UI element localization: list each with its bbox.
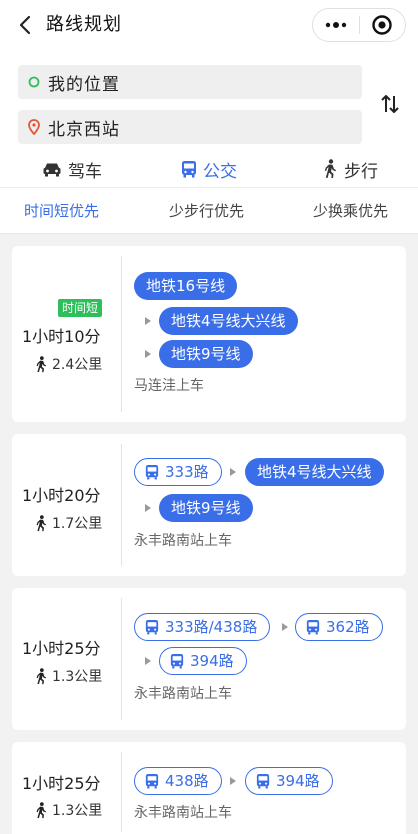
route-duration: 1小时10分 xyxy=(22,327,101,346)
card-divider xyxy=(121,256,122,412)
bus-line-text: 394路 xyxy=(190,651,234,670)
walk-distance: 2.4公里 xyxy=(34,354,102,374)
sort-less-walking[interactable]: 少步行优先 xyxy=(169,200,244,222)
tab-transit-label: 公交 xyxy=(203,161,237,182)
bus-line-text: 394路 xyxy=(276,771,320,790)
route-duration: 1小时20分 xyxy=(22,486,101,505)
boarding-station: 永丰路南站上车 xyxy=(134,533,232,549)
transfer-arrow xyxy=(230,777,236,785)
walk-distance-text: 1.3公里 xyxy=(52,669,103,685)
route-card[interactable]: 1小时20分 1.7公里 333路 地铁4号线大兴线 地铁9号线 永丰路南站上车 xyxy=(12,434,406,576)
walk-distance: 1.7公里 xyxy=(34,513,102,533)
header-bar: 路线规划 xyxy=(0,0,418,52)
route-card[interactable]: 1小时25分 1.3公里 438路 394路 永丰路南站上车 xyxy=(12,742,406,834)
boarding-station: 马连洼上车 xyxy=(134,378,204,394)
back-button[interactable] xyxy=(14,12,36,38)
bus-icon xyxy=(306,620,320,635)
bus-line-segment: 394路 xyxy=(245,767,333,795)
more-button[interactable] xyxy=(313,9,359,41)
bus-icon xyxy=(182,161,196,178)
bus-line-text: 362路 xyxy=(326,617,370,636)
route-card[interactable]: 1小时25分 1.3公里 333路/438路 362路 394路 永丰路南站上车 xyxy=(12,588,406,730)
subway-line-segment: 地铁4号线大兴线 xyxy=(159,307,298,335)
walk-icon xyxy=(324,159,336,178)
car-icon xyxy=(43,163,61,177)
bus-line-segment: 362路 xyxy=(295,613,383,641)
route-duration: 1小时25分 xyxy=(22,639,101,658)
walk-distance-text: 1.7公里 xyxy=(52,516,103,532)
bus-icon xyxy=(145,774,159,789)
destination-text: 北京西站 xyxy=(48,119,120,140)
bus-line-segment: 333路 xyxy=(134,458,222,486)
bus-icon xyxy=(256,774,270,789)
walk-icon xyxy=(36,514,47,531)
mini-program-capsule xyxy=(312,8,406,42)
target-circle-icon xyxy=(372,15,392,35)
subway-line-segment: 地铁9号线 xyxy=(159,340,253,368)
tab-drive-label: 驾车 xyxy=(68,161,102,182)
walk-distance-text: 1.3公里 xyxy=(52,803,103,819)
bus-line-segment: 438路 xyxy=(134,767,222,795)
card-divider xyxy=(121,598,122,720)
bus-line-segment: 333路/438路 xyxy=(134,613,271,641)
walk-distance-text: 2.4公里 xyxy=(52,357,103,373)
bus-icon xyxy=(145,620,159,635)
bus-line-text: 333路/438路 xyxy=(165,617,258,636)
transfer-arrow xyxy=(230,468,236,476)
tab-transit[interactable]: 公交 xyxy=(181,154,237,184)
route-duration: 1小时25分 xyxy=(22,774,101,793)
boarding-station: 永丰路南站上车 xyxy=(134,686,232,702)
walk-icon xyxy=(36,667,47,684)
route-search-panel: 我的位置 北京西站 xyxy=(0,52,418,152)
tab-walk-label: 步行 xyxy=(344,161,378,182)
transfer-arrow xyxy=(145,350,151,358)
fastest-tag: 时间短 xyxy=(58,299,103,317)
card-divider xyxy=(121,752,122,832)
subway-line-segment: 地铁4号线大兴线 xyxy=(245,458,384,486)
card-divider xyxy=(121,444,122,566)
destination-pin-icon xyxy=(28,119,40,135)
transfer-arrow xyxy=(145,317,151,325)
bus-line-text: 438路 xyxy=(165,771,209,790)
sort-fastest[interactable]: 时间短优先 xyxy=(24,200,99,222)
more-dots-icon xyxy=(325,22,346,28)
swap-button[interactable] xyxy=(376,90,404,118)
transfer-arrow xyxy=(145,657,151,665)
transport-mode-tabs: 驾车 公交 步行 xyxy=(0,152,418,188)
transfer-arrow xyxy=(145,504,151,512)
route-card[interactable]: 时间短 1小时10分 2.4公里 地铁16号线 地铁4号线大兴线 地铁9号线 马… xyxy=(12,246,406,422)
page-title: 路线规划 xyxy=(46,14,122,35)
walk-distance: 1.3公里 xyxy=(34,666,102,686)
bus-icon xyxy=(170,654,184,669)
swap-arrows-icon xyxy=(381,95,399,113)
origin-field[interactable]: 我的位置 xyxy=(18,65,362,99)
subway-line-segment: 地铁9号线 xyxy=(159,494,253,522)
close-program-button[interactable] xyxy=(359,9,405,41)
walk-icon xyxy=(36,355,47,372)
subway-line-segment: 地铁16号线 xyxy=(134,272,238,300)
bus-icon xyxy=(145,465,159,480)
bus-line-text: 333路 xyxy=(165,462,209,481)
boarding-station: 永丰路南站上车 xyxy=(134,805,232,821)
walk-distance: 1.3公里 xyxy=(34,800,102,820)
transfer-arrow xyxy=(282,623,288,631)
sort-tabs: 时间短优先 少步行优先 少换乘优先 xyxy=(0,188,418,234)
walk-icon xyxy=(36,801,47,818)
destination-field[interactable]: 北京西站 xyxy=(18,110,362,144)
sort-fewer-transfers[interactable]: 少换乘优先 xyxy=(313,200,388,222)
tab-drive[interactable]: 驾车 xyxy=(42,154,102,184)
chevron-left-icon xyxy=(19,15,31,35)
bus-line-segment: 394路 xyxy=(159,647,247,675)
origin-text: 我的位置 xyxy=(48,74,120,95)
tab-walk[interactable]: 步行 xyxy=(322,154,378,184)
origin-dot-icon xyxy=(28,76,40,88)
